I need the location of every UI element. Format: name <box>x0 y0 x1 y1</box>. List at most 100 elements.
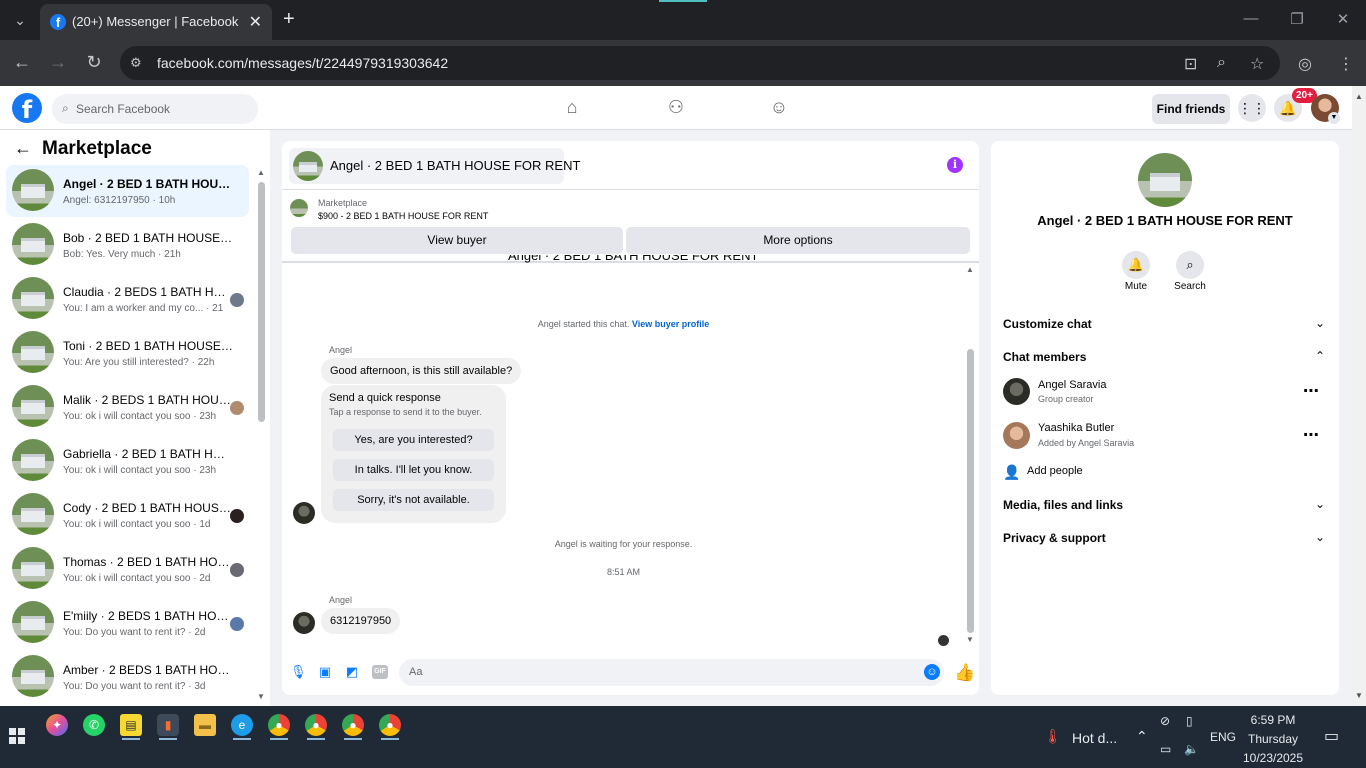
view-buyer-profile-link[interactable]: View buyer profile <box>632 319 709 329</box>
volume-icon[interactable]: 🔈 <box>1184 742 1199 756</box>
message-bubble[interactable]: Good afternoon, is this still available? <box>321 358 522 384</box>
info-icon[interactable]: i <box>947 157 963 173</box>
scroll-down-icon[interactable]: ▼ <box>1355 691 1363 700</box>
minimize-icon[interactable]: — <box>1236 10 1266 27</box>
add-person-icon[interactable]: 👤 <box>1003 464 1020 481</box>
file-explorer-icon[interactable]: ▬ <box>194 714 216 736</box>
conversation-item[interactable]: Cody · 2 BED 1 BATH HOUSE FOR RENT You: … <box>6 489 249 541</box>
conversation-item[interactable]: Malik · 2 BEDS 1 BATH HOUSE FOR RENT You… <box>6 381 249 433</box>
site-info-icon[interactable]: ⚙ <box>130 55 142 71</box>
scrollbar-thumb[interactable] <box>967 349 974 633</box>
listing-title[interactable]: $900 - 2 BED 1 BATH HOUSE FOR RENT <box>318 211 488 221</box>
address-bar[interactable]: ⚙ facebook.com/messages/t/22449793193036… <box>120 46 1280 80</box>
conversation-item[interactable]: Toni · 2 BED 1 BATH HOUSE FOR RENT You: … <box>6 327 249 379</box>
member-options-icon[interactable]: ⋯ <box>1303 425 1320 445</box>
restore-icon[interactable]: ❐ <box>1282 10 1312 28</box>
app-pinned-icon[interactable]: ▮ <box>157 714 179 736</box>
message-bubble[interactable]: 6312197950 <box>321 608 401 634</box>
chrome-icon[interactable]: ● <box>268 714 290 736</box>
quick-reply-button[interactable]: Sorry, it's not available. <box>333 489 494 511</box>
member-options-icon[interactable]: ⋯ <box>1303 381 1320 401</box>
friends-icon[interactable]: ⚇ <box>664 97 688 121</box>
facebook-logo-icon[interactable]: f <box>12 93 42 124</box>
view-buyer-button[interactable]: View buyer <box>291 227 623 254</box>
search-facebook-input[interactable]: ⌕ Search Facebook <box>52 94 258 124</box>
tab-search-icon[interactable]: ⌄ <box>8 9 32 31</box>
scroll-up-icon[interactable]: ▲ <box>966 265 974 274</box>
conversation-item[interactable]: Angel · 2 BED 1 BATH HOUSE FOR RENT Ange… <box>6 165 249 217</box>
taskbar-clock[interactable]: 6:59 PM Thursday 10/23/2025 <box>1238 711 1308 768</box>
member-name[interactable]: Yaashika Butler <box>1038 422 1114 434</box>
media-files-section[interactable]: Media, files and links ⌄ <box>1003 497 1329 512</box>
conversation-item[interactable]: E'miily · 2 BEDS 1 BATH HOUSE FOR RENT Y… <box>6 597 249 649</box>
conversation-item[interactable]: Claudia · 2 BEDS 1 BATH HOUSE FOR RENT Y… <box>6 273 249 325</box>
sender-avatar[interactable] <box>293 612 315 634</box>
whatsapp-icon[interactable]: ✆ <box>83 714 105 736</box>
scroll-up-icon[interactable]: ▲ <box>1355 92 1363 101</box>
sidebar-scrollbar[interactable]: ▲ ▼ <box>256 168 266 704</box>
member-name[interactable]: Angel Saravia <box>1038 379 1107 391</box>
install-app-icon[interactable]: ⊡ <box>1184 54 1197 74</box>
privacy-support-section[interactable]: Privacy & support ⌄ <box>1003 530 1329 545</box>
microphone-icon[interactable]: 🎙 <box>290 664 307 680</box>
new-tab-icon[interactable]: + <box>283 8 295 30</box>
forward-icon[interactable]: → <box>46 52 70 73</box>
copilot-icon[interactable]: ✦ <box>46 714 68 736</box>
home-icon[interactable]: ⌂ <box>560 97 584 121</box>
browser-menu-icon[interactable]: ⋮ <box>1338 54 1354 74</box>
chat-header[interactable]: Angel · 2 BED 1 BATH HOUSE FOR RENT <box>289 148 580 184</box>
chrome-icon[interactable]: ● <box>379 714 401 736</box>
scroll-down-icon[interactable]: ▼ <box>257 692 265 701</box>
back-icon[interactable]: ← <box>10 52 34 73</box>
sticky-notes-icon[interactable]: ▤ <box>120 714 142 736</box>
message-input[interactable]: Aa ☺ <box>399 659 944 686</box>
sticker-icon[interactable]: ◩ <box>344 664 360 680</box>
quick-reply-button[interactable]: Yes, are you interested? <box>333 429 494 451</box>
profile-icon[interactable]: ◎ <box>1298 54 1312 74</box>
mute-bell-icon[interactable]: 🔔 <box>1122 251 1150 279</box>
account-chevron-icon[interactable]: ▼ <box>1328 112 1340 124</box>
chevron-up-icon[interactable]: ⌃ <box>1136 728 1148 745</box>
bookmark-star-icon[interactable]: ☆ <box>1250 54 1264 74</box>
more-options-button[interactable]: More options <box>626 227 970 254</box>
close-tab-icon[interactable]: ✕ <box>249 12 262 32</box>
add-people-button[interactable]: Add people <box>1027 465 1083 477</box>
chrome-icon[interactable]: ● <box>305 714 327 736</box>
scroll-down-icon[interactable]: ▼ <box>966 635 974 644</box>
thermometer-icon[interactable]: 🌡 <box>1044 728 1062 745</box>
scrollbar-thumb[interactable] <box>258 182 265 422</box>
camera-icon[interactable]: ▯ <box>1186 714 1193 728</box>
page-scrollbar[interactable]: ▲ ▼ <box>1352 86 1366 706</box>
windows-start-icon[interactable] <box>9 728 25 744</box>
zoom-icon[interactable]: ⌕ <box>1217 54 1226 72</box>
menu-grid-icon[interactable]: ⋮⋮ <box>1238 94 1266 122</box>
edge-icon[interactable]: e <box>231 714 253 736</box>
member-avatar[interactable] <box>1003 422 1030 449</box>
member-avatar[interactable] <box>1003 378 1030 405</box>
back-arrow-icon[interactable]: ← <box>14 138 32 158</box>
reload-icon[interactable]: ↻ <box>82 52 106 73</box>
privacy-icon[interactable]: ⊘ <box>1160 714 1170 728</box>
browser-tab[interactable]: f (20+) Messenger | Facebook ✕ <box>40 4 272 40</box>
sender-avatar[interactable] <box>293 502 315 524</box>
thumbs-up-icon[interactable]: 👍 <box>954 663 975 683</box>
network-icon[interactable]: ▭ <box>1160 742 1171 756</box>
weather-text[interactable]: Hot d... <box>1072 730 1117 746</box>
conversation-item[interactable]: Thomas · 2 BED 1 BATH HOUSE FOR RENT You… <box>6 543 249 595</box>
groups-icon[interactable]: ☺ <box>767 97 791 121</box>
language-indicator[interactable]: ENG <box>1210 730 1236 744</box>
customize-chat-section[interactable]: Customize chat ⌄ <box>1003 316 1329 331</box>
notification-center-icon[interactable]: ▭ <box>1324 726 1339 746</box>
chrome-icon[interactable]: ● <box>342 714 364 736</box>
find-friends-button[interactable]: Find friends <box>1152 94 1230 124</box>
conversation-item[interactable]: Gabriella · 2 BED 1 BATH HOUSE FOR RENT … <box>6 435 249 487</box>
emoji-icon[interactable]: ☺ <box>924 664 940 680</box>
chat-scrollbar[interactable]: ▲ ▼ <box>965 265 977 647</box>
conversation-item[interactable]: Bob · 2 BED 1 BATH HOUSE FOR RENT Bob: Y… <box>6 219 249 271</box>
conversation-item[interactable]: Amber · 2 BEDS 1 BATH HOUSE FOR RENT You… <box>6 651 249 703</box>
close-window-icon[interactable]: ✕ <box>1328 10 1358 28</box>
search-icon[interactable]: ⌕ <box>1176 251 1204 279</box>
scroll-up-icon[interactable]: ▲ <box>257 168 265 177</box>
gif-icon[interactable]: GIF <box>372 665 388 679</box>
photo-icon[interactable]: ▣ <box>317 664 333 680</box>
